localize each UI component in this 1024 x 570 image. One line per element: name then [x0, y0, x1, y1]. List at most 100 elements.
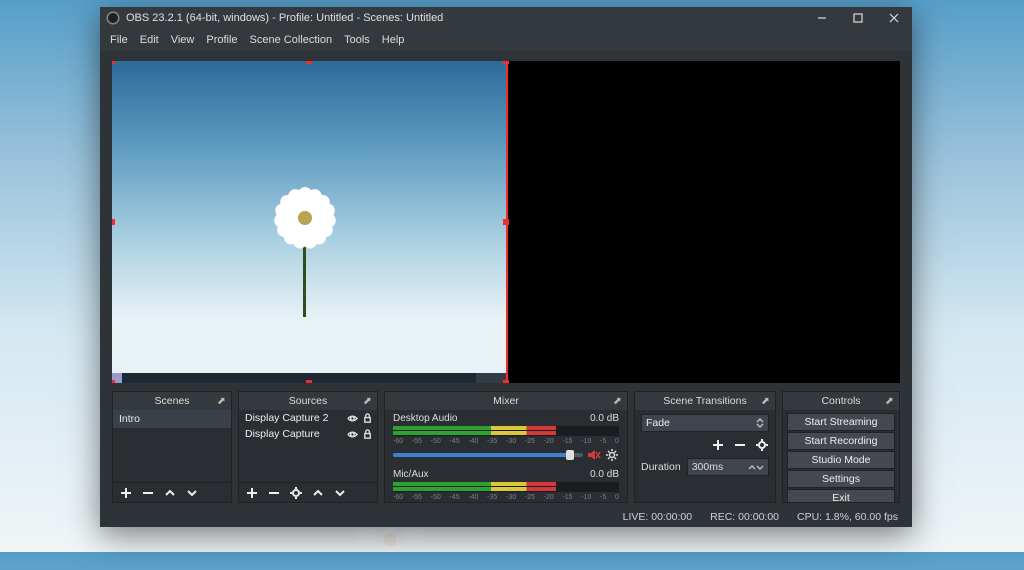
channel-level: 0.0 dB — [590, 413, 619, 424]
captured-display-content — [112, 61, 506, 383]
volume-slider[interactable] — [393, 453, 583, 457]
bottom-panels: Scenes ⬈ Intro Sources ⬈ Display Capture — [100, 391, 912, 507]
close-button[interactable] — [876, 7, 912, 29]
status-rec: REC: 00:00:00 — [710, 511, 779, 523]
sources-toolbar — [239, 482, 377, 502]
sources-list[interactable]: Display Capture 2 Display Capture — [239, 410, 377, 482]
source-item[interactable]: Display Capture 2 — [239, 410, 377, 426]
scene-down-button[interactable] — [185, 486, 199, 500]
visibility-icon[interactable] — [346, 412, 358, 424]
menu-file[interactable]: File — [110, 34, 128, 46]
meter-ticks: -60-55-50-45-40-35-30-25-20-15-10-50 — [393, 438, 619, 446]
dock-icon[interactable]: ⬈ — [761, 395, 771, 405]
lock-icon[interactable] — [361, 428, 373, 440]
gear-icon[interactable] — [605, 448, 619, 462]
status-cpu: CPU: 1.8%, 60.00 fps — [797, 511, 898, 523]
audio-meter — [393, 426, 619, 436]
audio-meter — [393, 482, 619, 492]
obs-logo-icon — [106, 11, 120, 25]
transition-selected: Fade — [646, 417, 670, 429]
studio-mode-button[interactable]: Studio Mode — [787, 451, 895, 469]
source-label: Display Capture 2 — [245, 412, 328, 424]
scene-item[interactable]: Intro — [113, 410, 231, 428]
window-title: OBS 23.2.1 (64-bit, windows) - Profile: … — [126, 12, 443, 24]
controls-panel: Controls ⬈ Start Streaming Start Recordi… — [782, 391, 900, 503]
resize-handle[interactable] — [503, 219, 509, 225]
menu-scene-collection[interactable]: Scene Collection — [250, 34, 333, 46]
source-properties-button[interactable] — [289, 486, 303, 500]
dock-icon[interactable]: ⬈ — [217, 395, 227, 405]
transition-select[interactable]: Fade — [641, 414, 769, 432]
source-label: Display Capture — [245, 428, 320, 440]
minimize-button[interactable] — [804, 7, 840, 29]
dock-icon[interactable]: ⬈ — [885, 395, 895, 405]
mixer-channel-desktop-audio: Desktop Audio 0.0 dB -60-55-50-45-40-35-… — [385, 410, 627, 466]
scenes-header: Scenes ⬈ — [113, 392, 231, 410]
channel-name: Mic/Aux — [393, 469, 429, 480]
mixer-panel: Mixer ⬈ Desktop Audio 0.0 dB -60-55-50-4… — [384, 391, 628, 503]
resize-handle[interactable] — [306, 61, 312, 64]
mute-icon[interactable] — [587, 448, 601, 462]
transitions-header: Scene Transitions ⬈ — [635, 392, 775, 410]
dock-icon[interactable]: ⬈ — [613, 395, 623, 405]
source-down-button[interactable] — [333, 486, 347, 500]
transitions-panel: Scene Transitions ⬈ Fade Duration 300ms — [634, 391, 776, 503]
transitions-title: Scene Transitions — [663, 395, 746, 407]
channel-name: Desktop Audio — [393, 413, 458, 424]
add-scene-button[interactable] — [119, 486, 133, 500]
mixer-body: Desktop Audio 0.0 dB -60-55-50-45-40-35-… — [385, 410, 627, 502]
lock-icon[interactable] — [361, 412, 373, 424]
mixer-title: Mixer — [493, 395, 519, 407]
titlebar[interactable]: OBS 23.2.1 (64-bit, windows) - Profile: … — [100, 7, 912, 29]
transition-properties-button[interactable] — [755, 438, 769, 452]
remove-source-button[interactable] — [267, 486, 281, 500]
resize-handle[interactable] — [112, 219, 115, 225]
duration-value: 300ms — [692, 461, 724, 473]
menu-view[interactable]: View — [171, 34, 195, 46]
mixer-header: Mixer ⬈ — [385, 392, 627, 410]
resize-handle[interactable] — [112, 380, 115, 383]
start-streaming-button[interactable]: Start Streaming — [787, 413, 895, 431]
menu-tools[interactable]: Tools — [344, 34, 370, 46]
duration-field[interactable]: 300ms — [687, 458, 769, 476]
add-transition-button[interactable] — [711, 438, 725, 452]
scenes-title: Scenes — [154, 395, 189, 407]
scenes-list[interactable]: Intro — [113, 410, 231, 482]
resize-handle[interactable] — [503, 61, 509, 64]
start-recording-button[interactable]: Start Recording — [787, 432, 895, 450]
sources-header: Sources ⬈ — [239, 392, 377, 410]
scenes-toolbar — [113, 482, 231, 502]
scene-up-button[interactable] — [163, 486, 177, 500]
resize-handle[interactable] — [503, 380, 509, 383]
scenes-panel: Scenes ⬈ Intro — [112, 391, 232, 503]
remove-scene-button[interactable] — [141, 486, 155, 500]
add-source-button[interactable] — [245, 486, 259, 500]
sources-title: Sources — [289, 395, 328, 407]
controls-header: Controls ⬈ — [783, 392, 899, 410]
source-item[interactable]: Display Capture — [239, 426, 377, 442]
mixer-channel-mic-aux: Mic/Aux 0.0 dB -60-55-50-45-40-35-30-25-… — [385, 466, 627, 502]
maximize-button[interactable] — [840, 7, 876, 29]
preview-canvas[interactable] — [112, 61, 900, 383]
menu-profile[interactable]: Profile — [206, 34, 237, 46]
dock-icon[interactable]: ⬈ — [363, 395, 373, 405]
settings-button[interactable]: Settings — [787, 470, 895, 488]
remove-transition-button[interactable] — [733, 438, 747, 452]
exit-button[interactable]: Exit — [787, 489, 895, 502]
controls-title: Controls — [821, 395, 860, 407]
visibility-icon[interactable] — [346, 428, 358, 440]
channel-level: 0.0 dB — [590, 469, 619, 480]
statusbar: LIVE: 00:00:00 REC: 00:00:00 CPU: 1.8%, … — [100, 507, 912, 527]
duration-label: Duration — [641, 461, 681, 473]
resize-handle[interactable] — [112, 61, 115, 64]
sources-panel: Sources ⬈ Display Capture 2 Display Capt… — [238, 391, 378, 503]
source-up-button[interactable] — [311, 486, 325, 500]
obs-window: OBS 23.2.1 (64-bit, windows) - Profile: … — [100, 7, 912, 527]
menubar: File Edit View Profile Scene Collection … — [100, 29, 912, 51]
resize-handle[interactable] — [306, 380, 312, 383]
menu-edit[interactable]: Edit — [140, 34, 159, 46]
status-live: LIVE: 00:00:00 — [623, 511, 692, 523]
selected-source-bounds[interactable] — [112, 61, 506, 383]
menu-help[interactable]: Help — [382, 34, 405, 46]
meter-ticks: -60-55-50-45-40-35-30-25-20-15-10-50 — [393, 494, 619, 502]
